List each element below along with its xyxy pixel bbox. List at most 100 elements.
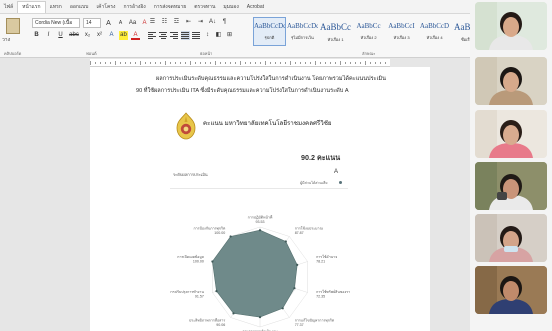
participant-video-1[interactable] [475,2,547,50]
font-group-row2: B I U abc x₂ x² A ab A [32,31,140,40]
ruler-tick [90,61,91,65]
borders-icon[interactable]: ⊞ [225,31,234,40]
ruler-tick [195,62,196,64]
ruler-tick [340,61,341,65]
style-sample: AaBbCcI [388,22,415,30]
ruler-tick [95,62,96,64]
radar-value-label-1: 87.87 [295,231,304,235]
radar-value-label-6: 90.06 [216,323,225,327]
participant-video-2[interactable] [475,57,547,105]
ruler-tick [385,62,386,64]
ruler-tick [285,62,286,64]
style-option-3[interactable]: AaBbCc หัวเรื่อง 2 [352,17,385,46]
participant-avatar [475,110,547,158]
align-right-icon[interactable] [170,31,179,40]
distributed-icon[interactable] [192,31,201,40]
radar-category-label-6: ประสิทธิภาพการสื่อสาร [189,318,225,323]
participant-video-4[interactable] [475,162,547,210]
word-window: ไฟล์ หน้าแรก แทรก ออกแบบ เค้าโครง การอ้า… [0,0,470,331]
tab-acrobat[interactable]: Acrobat [243,4,268,10]
strikethrough-button[interactable]: abc [68,31,80,40]
style-option-1[interactable]: AaBbCcDc ¶ไม่มีการเว้น [286,17,319,46]
paragraph-group-row2: ↕ ◧ ⊞ [148,31,234,40]
font-group-row1: Cordia New (เนื้อ 14 A A Aa A [32,18,149,28]
decrease-indent-icon[interactable]: ⇤ [184,18,193,27]
tab-insert[interactable]: แทรก [46,3,66,11]
shrink-font-button[interactable]: A [116,19,125,28]
ruler-tick [315,61,316,65]
participant-avatar [475,2,547,50]
highlight-button[interactable]: ab [119,31,128,40]
radar-value-label-2: 78.21 [316,260,325,264]
tab-review[interactable]: ตรวจทาน [190,3,219,11]
style-option-5[interactable]: AaBbCcD หัวเรื่อง 4 [418,17,451,46]
tab-home[interactable]: หน้าแรก [17,0,46,13]
radar-category-label-2: การใช้อำนาจ [316,254,337,259]
participant-video-5[interactable] [475,214,547,262]
ruler-tick [265,61,266,65]
ruler-tick [180,62,181,64]
font-size-select[interactable]: 14 [83,18,101,28]
align-left-icon[interactable] [148,31,157,40]
superscript-button[interactable]: x² [95,31,104,40]
ita-radar-chart: การปฏิบัติหน้าที่93.53 การใช้งบประมาณ87.8… [170,215,350,331]
shading-icon[interactable]: ◧ [214,31,223,40]
paste-button[interactable]: วาง [2,18,20,44]
ruler-tick [105,62,106,64]
radar-point-4 [281,307,284,310]
ribbon-group-labels: คลิปบอร์ด ฟอนต์ ย่อหน้า ลักษณะ [0,50,470,56]
font-name-select[interactable]: Cordia New (เนื้อ [32,18,80,28]
tab-layout[interactable]: เค้าโครง [92,3,119,11]
bold-button[interactable]: B [32,31,41,40]
document-page[interactable]: ผลการประเมินระดับคุณธรรมและความโปร่งใสใน… [90,67,430,331]
italic-button[interactable]: I [44,31,53,40]
ruler-tick [115,61,116,65]
style-option-2[interactable]: AaBbCc หัวเรื่อง 1 [319,17,352,46]
underline-button[interactable]: U [56,31,65,40]
radar-point-9 [229,235,232,238]
style-sample: AaBbCcDc [287,22,318,30]
line-spacing-icon[interactable]: ↕ [203,31,212,40]
horizontal-ruler[interactable] [90,59,390,67]
ruler-tick [160,62,161,64]
style-name: หัวเรื่อง 2 [360,35,377,40]
sort-button[interactable]: A↓ [208,18,217,27]
ruler-tick [255,62,256,64]
tab-file[interactable]: ไฟล์ [0,3,17,11]
ruler-tick [380,62,381,64]
tab-view[interactable]: มุมมอง [219,3,242,11]
justify-icon[interactable] [181,31,190,40]
tab-design[interactable]: ออกแบบ [66,3,93,11]
subscript-button[interactable]: x₂ [83,31,92,40]
multilevel-list-icon[interactable]: ☲ [172,18,181,27]
style-sample: AaBbCcD [419,22,450,30]
style-option-0[interactable]: AaBbCcDc ¶ปกติ [253,17,286,46]
text-effects-button[interactable]: A [107,31,116,40]
style-option-4[interactable]: AaBbCcI หัวเรื่อง 3 [385,17,418,46]
style-name: หัวเรื่อง 4 [426,35,443,40]
participant-avatar [475,162,547,210]
body-text-line-2: 90 ที่ใช้ผลการประเมิน ITA ซึ่งมีระดับคุณ… [136,87,349,95]
font-color-button[interactable]: A [131,31,140,40]
style-name: ¶ปกติ [264,35,275,40]
tab-references[interactable]: การอ้างอิง [119,3,149,11]
ruler-tick [280,62,281,64]
ruler-tick [360,62,361,64]
style-option-6[interactable]: AaBbC ชื่อเรื่อง [451,17,470,46]
grow-font-button[interactable]: A [104,19,113,28]
participant-video-3[interactable] [475,110,547,158]
radar-category-label-1: การใช้งบประมาณ [295,225,324,230]
ruler-tick [210,62,211,64]
radar-value-label-0: 93.53 [256,220,265,224]
align-center-icon[interactable] [159,31,168,40]
style-name: ¶ไม่มีการเว้น [291,35,314,40]
tab-mailings[interactable]: การส่งจดหมาย [150,3,191,11]
show-marks-button[interactable]: ¶ [220,18,229,27]
participant-video-6[interactable] [475,266,547,314]
ruler-tick [375,62,376,64]
numbering-icon[interactable]: ☷ [160,18,169,27]
change-case-button[interactable]: Aa [128,19,137,28]
increase-indent-icon[interactable]: ⇥ [196,18,205,27]
bullets-icon[interactable]: ☰ [148,18,157,27]
style-sample: AaBbCcDc [254,22,285,30]
